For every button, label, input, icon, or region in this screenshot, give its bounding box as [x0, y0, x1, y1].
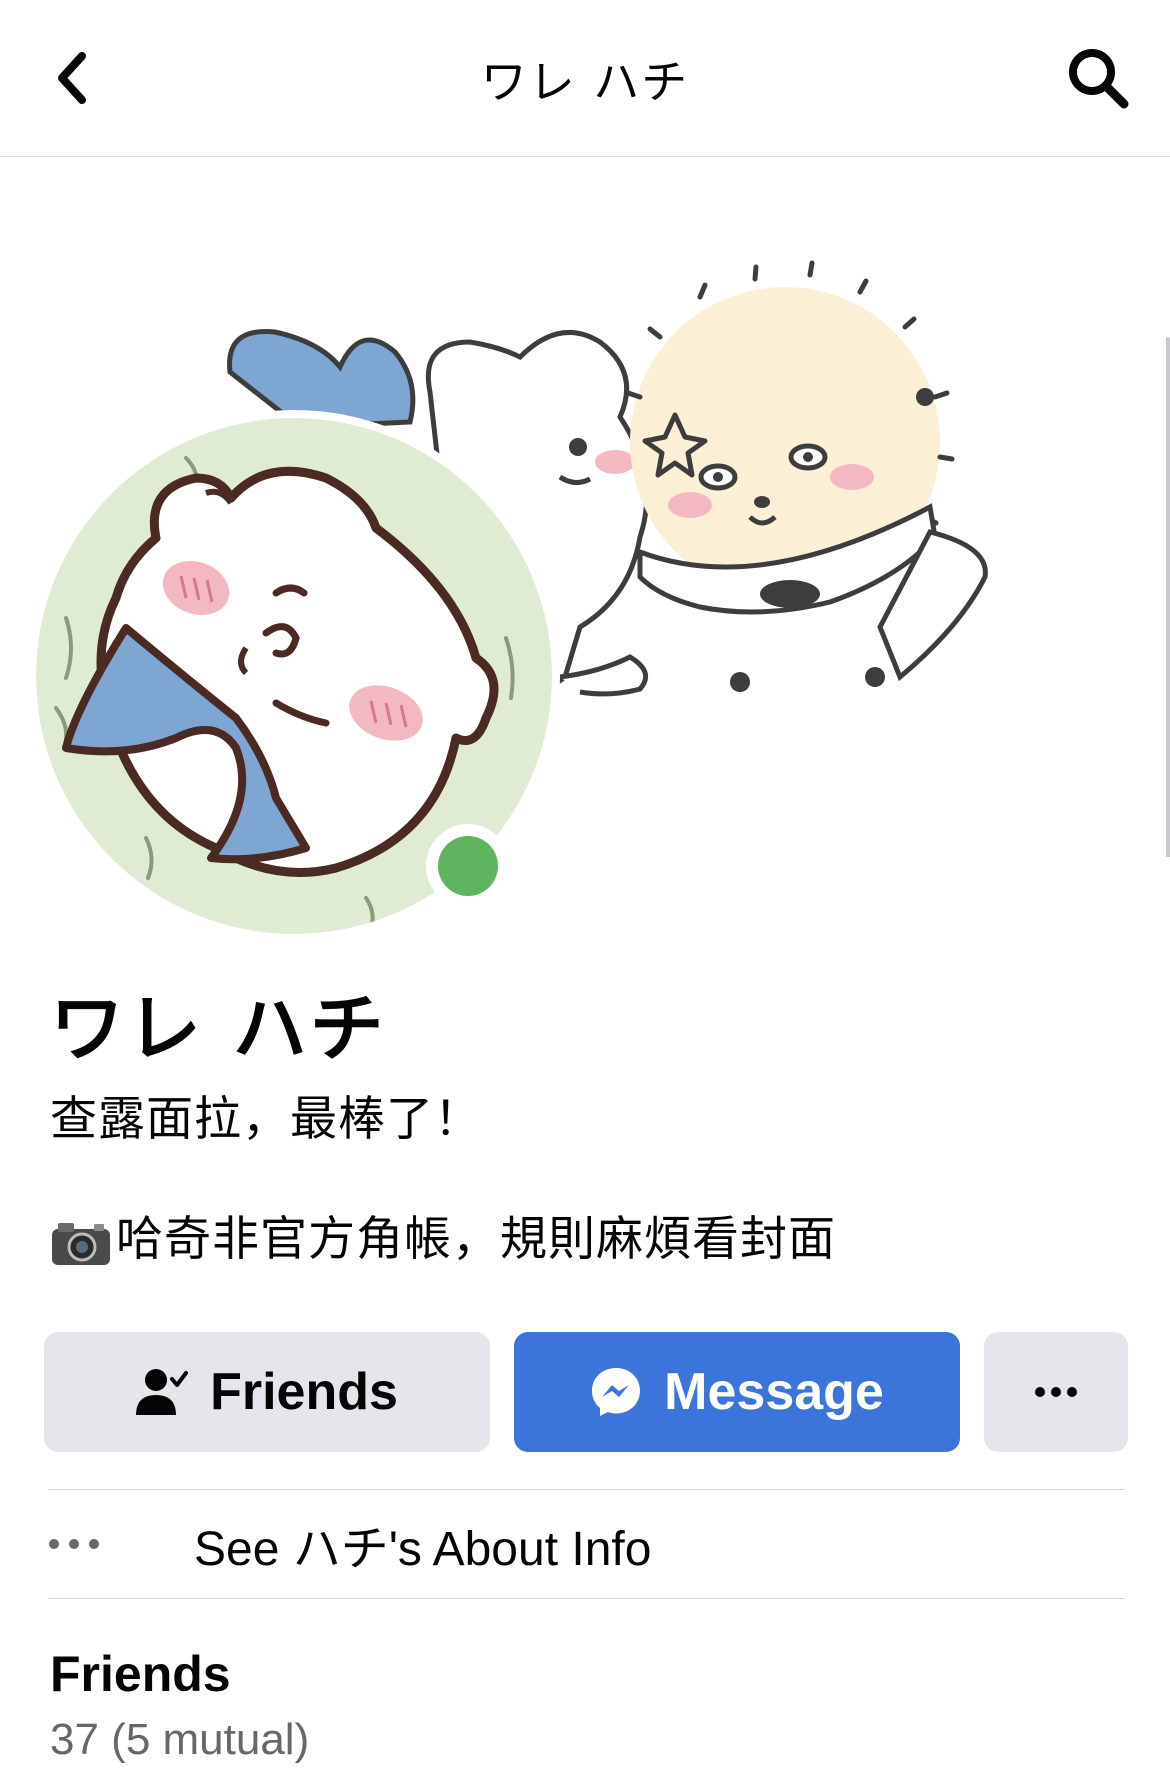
message-button-label: Message	[664, 1363, 884, 1421]
scroll-indicator	[1166, 337, 1170, 857]
more-dots-icon	[48, 1538, 108, 1550]
online-status-indicator	[426, 824, 510, 908]
bio-line-1: 查露面拉，最棒了！	[50, 1092, 482, 1147]
see-about-info-row[interactable]: See ハチ's About Info	[48, 1490, 1124, 1598]
more-dots-icon	[1035, 1387, 1077, 1397]
divider	[48, 1598, 1124, 1599]
messenger-icon	[590, 1366, 642, 1418]
more-options-button[interactable]	[984, 1332, 1128, 1452]
friends-button[interactable]: Friends	[44, 1332, 490, 1452]
friends-count: 37 (5 mutual)	[50, 1715, 310, 1764]
top-navigation-bar: ワレ ハチ	[0, 0, 1170, 157]
page-title: ワレ ハチ	[480, 55, 690, 109]
camera-emoji	[52, 1222, 110, 1265]
person-check-icon	[136, 1367, 189, 1417]
online-dot	[438, 836, 498, 896]
search-icon	[1069, 49, 1129, 109]
about-info-label: See ハチ's About Info	[194, 1523, 652, 1576]
bio-line-2-text: 哈奇非官方角帳，規則麻煩看封面	[116, 1212, 836, 1267]
profile-name: ワレ ハチ	[50, 986, 387, 1072]
message-button[interactable]: Message	[514, 1332, 960, 1452]
bio-line-2: 哈奇非官方角帳，規則麻煩看封面	[50, 1210, 836, 1270]
friends-section-heading: Friends	[50, 1646, 231, 1702]
friends-button-label: Friends	[210, 1363, 398, 1421]
search-button[interactable]	[1056, 36, 1140, 120]
